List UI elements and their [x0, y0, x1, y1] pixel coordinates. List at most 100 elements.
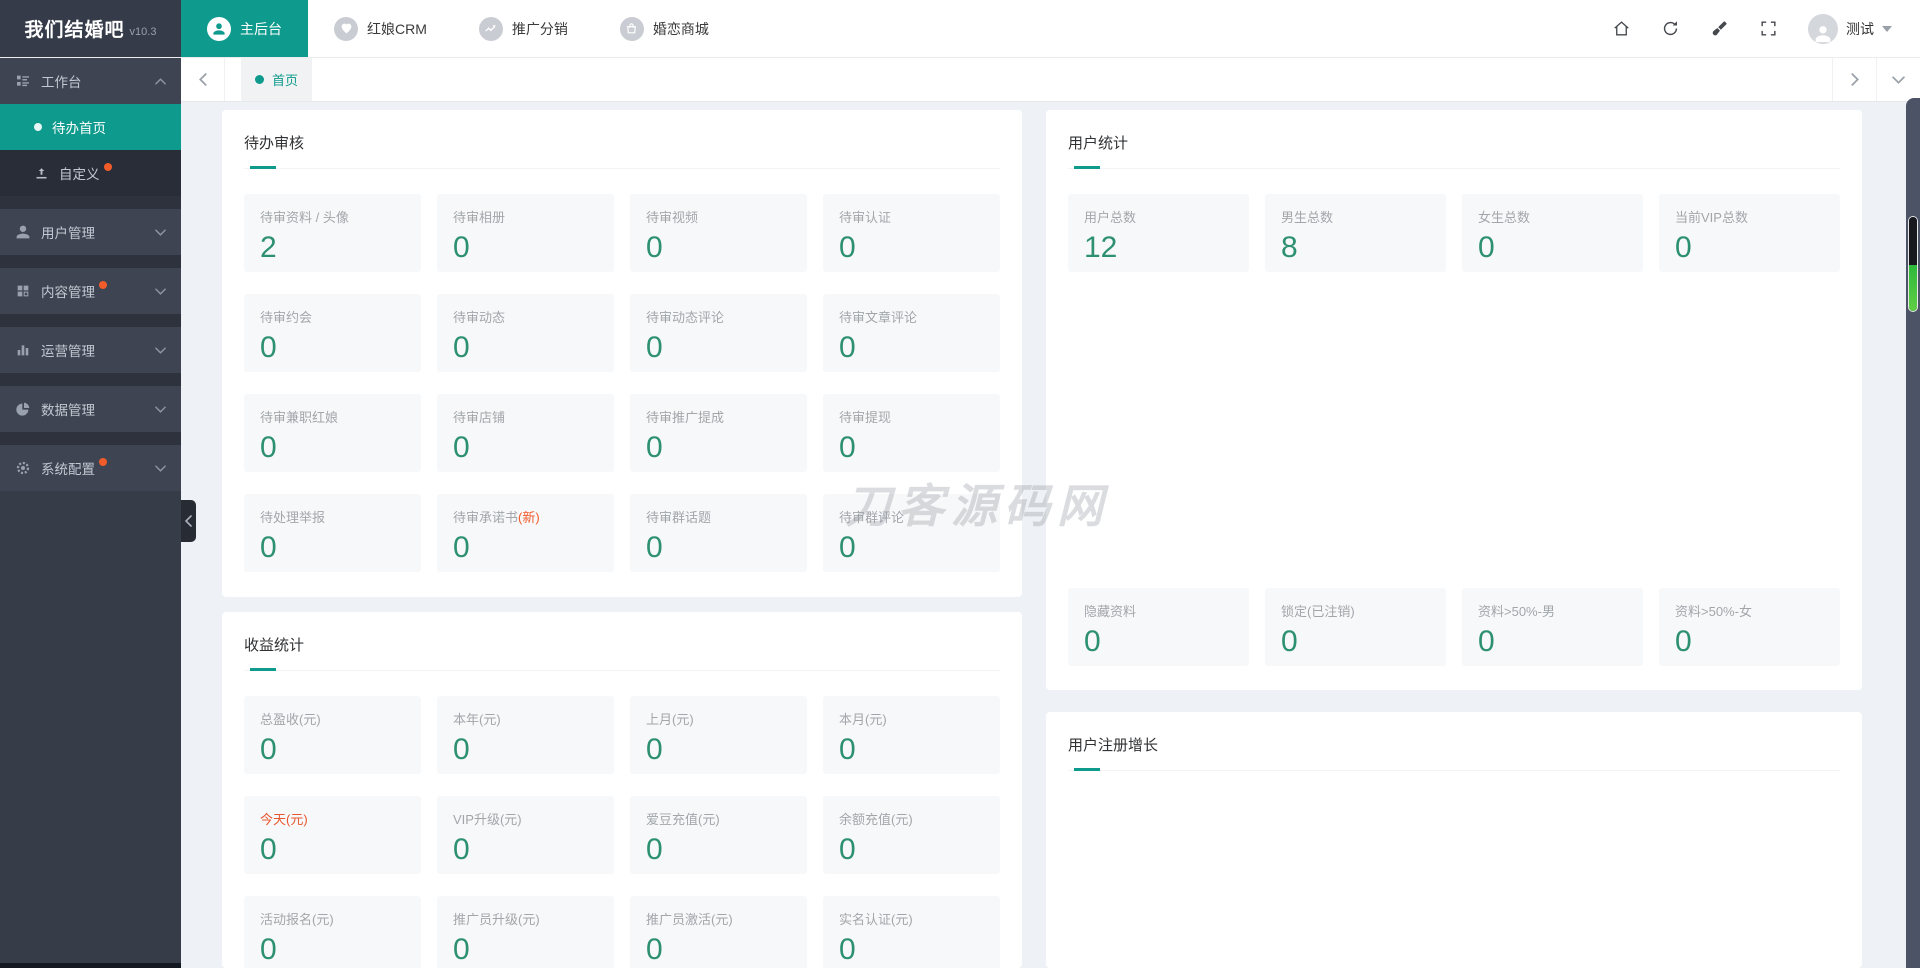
stat-label: 待审推广提成	[646, 410, 725, 425]
sidebar-item-custom[interactable]: 自定义	[0, 150, 181, 196]
stat-label: 资料>50%-女	[1675, 604, 1752, 619]
stat-label: 总盈收(元)	[260, 712, 321, 727]
stat-card-pending-withdraw[interactable]: 待审提现 0	[823, 394, 1000, 472]
heart-icon	[334, 16, 358, 41]
stat-value: 0	[1675, 625, 1692, 658]
stat-card-pending-moment-comment[interactable]: 待审动态评论 0	[630, 294, 807, 372]
app-name: 我们结婚吧	[24, 20, 125, 41]
sidebar-group-operation-mgmt[interactable]: 运营管理	[0, 327, 181, 373]
stat-label: 待审提现	[839, 410, 892, 425]
stat-value: 0	[1281, 625, 1298, 658]
stat-card-pending-profile[interactable]: 待审资料 / 头像 2	[244, 194, 421, 272]
stat-label: 待审群话题	[646, 510, 712, 525]
sidebar-group-workbench[interactable]: 工作台	[0, 58, 181, 104]
tab-home[interactable]: 首页	[241, 58, 313, 101]
stat-card-pending-video[interactable]: 待审视频 0	[630, 194, 807, 272]
stat-card-last-month[interactable]: 上月(元) 0	[630, 696, 807, 774]
stat-value: 2	[260, 231, 277, 264]
nav-tab-promotion[interactable]: 推广分销	[453, 0, 594, 57]
stat-label: 男生总数	[1281, 210, 1334, 225]
username: 测试	[1846, 20, 1874, 37]
stat-card-total-users[interactable]: 用户总数 12	[1068, 194, 1249, 272]
tabs-scroll-right-button[interactable]	[1832, 58, 1876, 101]
nav-tab-matchmaker-crm[interactable]: 红娘CRM	[308, 0, 453, 57]
sidebar-group-label: 用户管理	[41, 226, 95, 241]
stat-card-this-month[interactable]: 本月(元) 0	[823, 696, 1000, 774]
stat-value: 0	[260, 933, 277, 966]
sidebar-group-content-mgmt[interactable]: 内容管理	[0, 268, 181, 314]
stat-label: 隐藏资料	[1084, 604, 1137, 619]
stat-card-pending-promo-commission[interactable]: 待审推广提成 0	[630, 394, 807, 472]
stat-card-today[interactable]: 今天(元) 0	[244, 796, 421, 874]
stat-card-pending-shop[interactable]: 待审店铺 0	[437, 394, 614, 472]
stat-card-promoter-upgrade[interactable]: 推广员升级(元) 0	[437, 896, 614, 968]
stat-card-total-male[interactable]: 男生总数 8	[1265, 194, 1446, 272]
stat-label: 用户总数	[1084, 210, 1137, 225]
stat-label: 女生总数	[1478, 210, 1531, 225]
chevron-down-icon	[155, 228, 166, 236]
active-dot	[34, 123, 42, 131]
home-icon[interactable]	[1612, 19, 1631, 38]
stat-card-total-revenue[interactable]: 总盈收(元) 0	[244, 696, 421, 774]
sidebar-group-label: 内容管理	[41, 285, 95, 300]
stat-value: 0	[260, 531, 277, 564]
stat-card-promoter-activate[interactable]: 推广员激活(元) 0	[630, 896, 807, 968]
stat-card-vip-upgrade[interactable]: VIP升级(元) 0	[437, 796, 614, 874]
stat-card-activity-signup[interactable]: 活动报名(元) 0	[244, 896, 421, 968]
stat-label: 推广员激活(元)	[646, 912, 733, 927]
sidebar-item-label: 自定义	[59, 167, 100, 182]
stat-card-total-female[interactable]: 女生总数 0	[1462, 194, 1643, 272]
custom-scrollbar-thumb[interactable]	[1908, 216, 1918, 312]
sidebar-item-todo-home[interactable]: 待办首页	[0, 104, 181, 150]
sidebar-group-system-config[interactable]: 系统配置	[0, 445, 181, 491]
stat-card-balance-recharge[interactable]: 余额充值(元) 0	[823, 796, 1000, 874]
user-menu[interactable]: 测试	[1808, 13, 1892, 44]
tabs-scroll-left-button[interactable]	[181, 58, 225, 101]
clear-cache-brush-icon[interactable]	[1710, 19, 1729, 38]
stat-card-aidou-recharge[interactable]: 爱豆充值(元) 0	[630, 796, 807, 874]
stat-value: 0	[453, 733, 470, 766]
stat-label: 待审兼职红娘	[260, 410, 339, 425]
stat-value: 0	[453, 933, 470, 966]
stat-card-hidden-profile[interactable]: 隐藏资料 0	[1068, 588, 1249, 666]
stat-card-pending-group-comment[interactable]: 待审群评论 0	[823, 494, 1000, 572]
custom-scrollbar-track[interactable]	[1906, 98, 1920, 968]
stat-card-realname-verify[interactable]: 实名认证(元) 0	[823, 896, 1000, 968]
tabs-menu-button[interactable]	[1876, 58, 1920, 101]
stat-card-pending-article-comment[interactable]: 待审文章评论 0	[823, 294, 1000, 372]
sidebar-group-data-mgmt[interactable]: 数据管理	[0, 386, 181, 432]
stat-card-pending-parttime-matchmaker[interactable]: 待审兼职红娘 0	[244, 394, 421, 472]
stat-card-locked-cancelled[interactable]: 锁定(已注销) 0	[1265, 588, 1446, 666]
stat-card-pending-verify[interactable]: 待审认证 0	[823, 194, 1000, 272]
sidebar-group-user-mgmt[interactable]: 用户管理	[0, 209, 181, 255]
stat-card-pending-date[interactable]: 待审约会 0	[244, 294, 421, 372]
stat-value: 0	[646, 431, 663, 464]
stat-label: 待审动态	[453, 310, 506, 325]
stat-card-pending-moment[interactable]: 待审动态 0	[437, 294, 614, 372]
panel-title: 待办审核	[244, 135, 305, 152]
refresh-icon[interactable]	[1661, 19, 1680, 38]
stat-card-profile50-female[interactable]: 资料>50%-女 0	[1659, 588, 1840, 666]
nav-tab-label: 推广分销	[511, 20, 568, 37]
revenue-card-grid: 总盈收(元) 0 本年(元) 0 上月(元) 0 本月(元) 0 今天(元) 0 VIP升…	[244, 696, 1000, 968]
stat-card-pending-commitment[interactable]: 待审承诺书(新) 0	[437, 494, 614, 572]
stat-card-pending-group-topic[interactable]: 待审群话题 0	[630, 494, 807, 572]
nav-tab-mall[interactable]: 婚恋商城	[594, 0, 735, 57]
stat-value: 0	[839, 431, 856, 464]
stat-value: 0	[646, 833, 663, 866]
nav-tab-main-admin[interactable]: 主后台	[181, 0, 308, 57]
fullscreen-icon[interactable]	[1759, 19, 1778, 38]
stat-card-this-year[interactable]: 本年(元) 0	[437, 696, 614, 774]
sidebar-collapse-handle[interactable]	[181, 500, 196, 542]
stat-card-current-vip[interactable]: 当前VIP总数 0	[1659, 194, 1840, 272]
nav-tab-label: 婚恋商城	[652, 20, 709, 37]
stat-label: 当前VIP总数	[1675, 210, 1748, 225]
stat-value: 0	[1478, 231, 1495, 264]
stat-value: 0	[453, 231, 470, 264]
stat-card-profile50-male[interactable]: 资料>50%-男 0	[1462, 588, 1643, 666]
stat-card-pending-album[interactable]: 待审相册 0	[437, 194, 614, 272]
chevron-down-icon	[155, 346, 166, 354]
panel-title-dash	[1074, 166, 1100, 169]
stat-card-pending-report[interactable]: 待处理举报 0	[244, 494, 421, 572]
panel-title: 收益统计	[244, 637, 305, 654]
